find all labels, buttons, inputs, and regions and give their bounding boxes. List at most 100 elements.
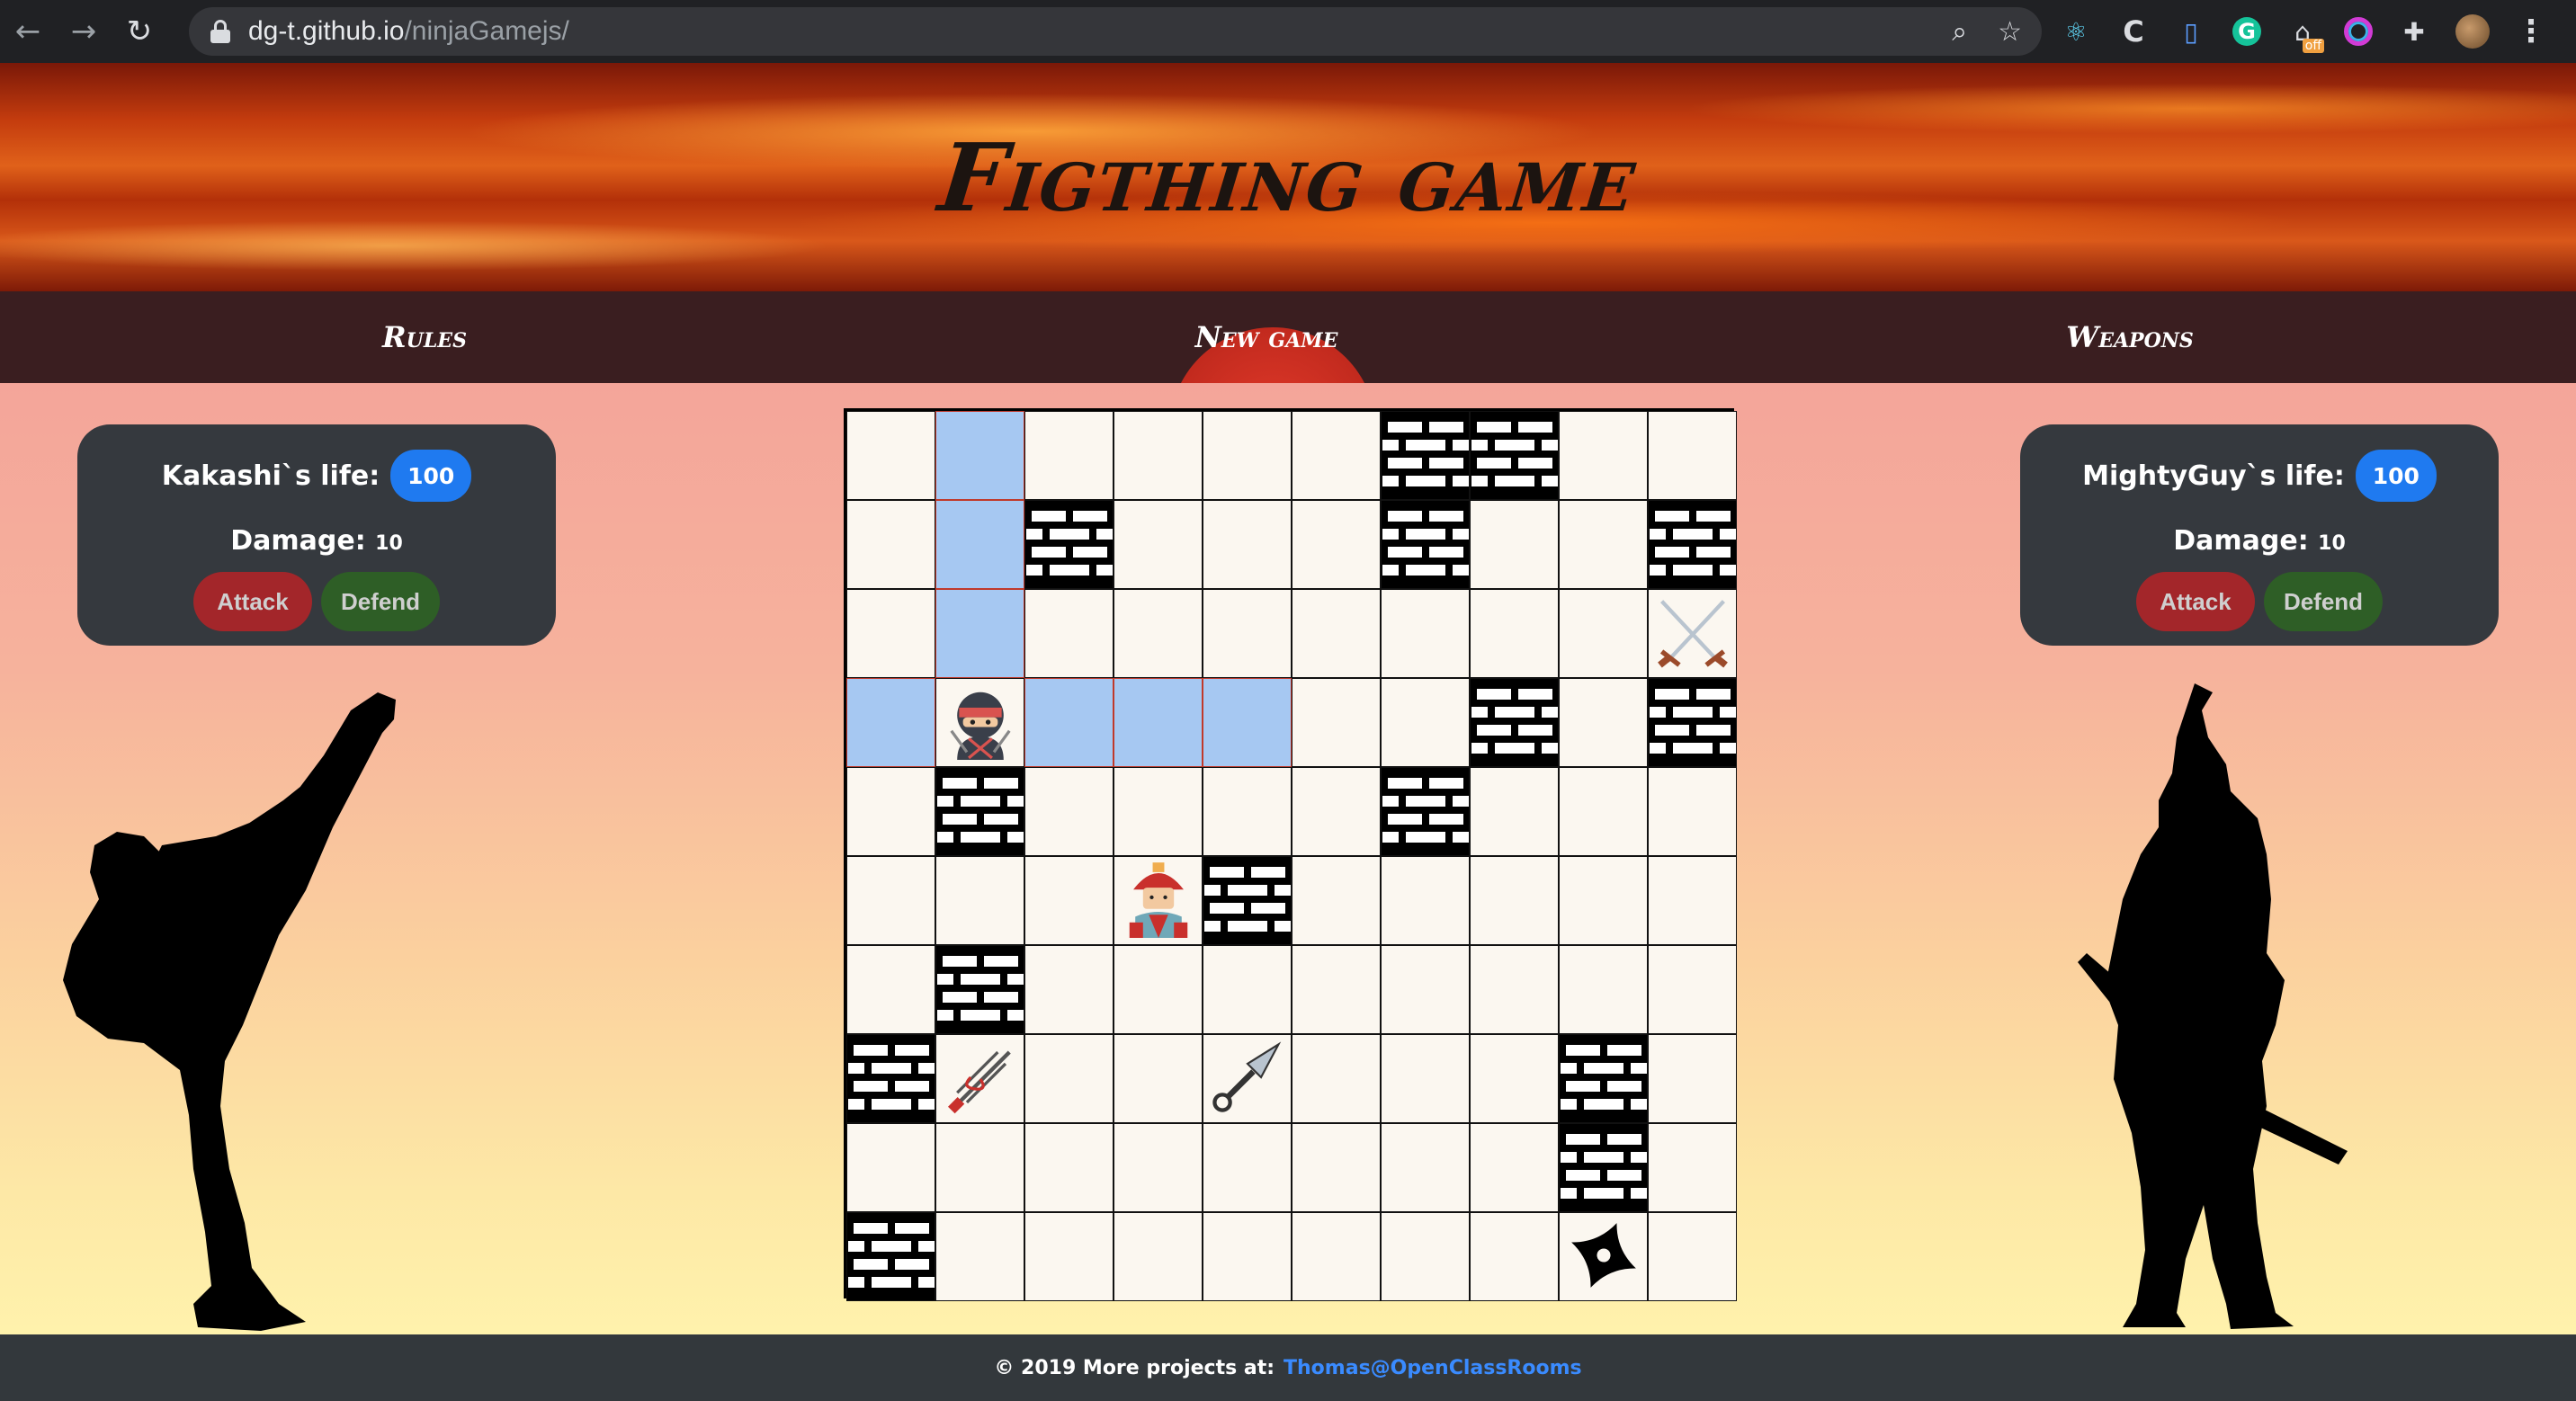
board-cell[interactable]: [1559, 589, 1648, 678]
board-cell[interactable]: [1559, 411, 1648, 500]
nav-new-game[interactable]: New game: [1131, 291, 1401, 383]
wall-cell[interactable]: [1559, 1123, 1648, 1212]
board-cell[interactable]: [846, 767, 935, 856]
wall-cell[interactable]: [1024, 500, 1114, 589]
board-cell[interactable]: [1114, 1123, 1203, 1212]
board-cell[interactable]: [1203, 1034, 1292, 1123]
board-cell[interactable]: [1648, 589, 1737, 678]
react-devtools-icon[interactable]: ⚛: [2060, 15, 2092, 48]
board-cell[interactable]: [1114, 945, 1203, 1034]
board-cell[interactable]: [1292, 1034, 1381, 1123]
board-cell[interactable]: [1559, 767, 1648, 856]
board-cell[interactable]: [846, 856, 935, 945]
bookmark-star-icon[interactable]: ☆: [1998, 16, 2022, 48]
board-cell[interactable]: [1114, 767, 1203, 856]
board-cell[interactable]: [1114, 1212, 1203, 1301]
reload-icon[interactable]: ↻: [112, 0, 167, 63]
move-cell[interactable]: [1203, 678, 1292, 767]
extension-ring-icon[interactable]: [2344, 17, 2373, 46]
wall-cell[interactable]: [935, 945, 1024, 1034]
board-cell[interactable]: [935, 1123, 1024, 1212]
board-cell[interactable]: [1648, 1212, 1737, 1301]
wall-cell[interactable]: [846, 1212, 935, 1301]
board-cell[interactable]: [1292, 500, 1381, 589]
extension-c-icon[interactable]: C: [2117, 14, 2150, 49]
grammarly-icon[interactable]: G: [2232, 17, 2261, 46]
board-cell[interactable]: [1292, 945, 1381, 1034]
address-bar[interactable]: dg-t.github.io/ninjaGamejs/ ⌕ ☆: [189, 7, 2042, 56]
board-cell[interactable]: [1559, 945, 1648, 1034]
board-cell[interactable]: [1024, 856, 1114, 945]
board-cell[interactable]: [1024, 411, 1114, 500]
wall-cell[interactable]: [1648, 500, 1737, 589]
board-cell[interactable]: [1381, 589, 1470, 678]
board-cell[interactable]: [1024, 945, 1114, 1034]
board-cell[interactable]: [1559, 678, 1648, 767]
wall-cell[interactable]: [1203, 856, 1292, 945]
board-cell[interactable]: [1470, 589, 1559, 678]
board-cell[interactable]: [1203, 411, 1292, 500]
board-cell[interactable]: [1292, 767, 1381, 856]
board-cell[interactable]: [935, 678, 1024, 767]
board-cell[interactable]: [1470, 767, 1559, 856]
board-cell[interactable]: [1470, 500, 1559, 589]
board-cell[interactable]: [1024, 589, 1114, 678]
move-cell[interactable]: [1114, 678, 1203, 767]
board-cell[interactable]: [1292, 1212, 1381, 1301]
move-cell[interactable]: [846, 678, 935, 767]
board-cell[interactable]: [1559, 500, 1648, 589]
board-cell[interactable]: [1648, 856, 1737, 945]
zoom-icon[interactable]: ⌕: [1952, 16, 1967, 48]
board-cell[interactable]: [1381, 856, 1470, 945]
kebab-menu-icon[interactable]: ⋮: [2515, 13, 2547, 49]
move-cell[interactable]: [935, 500, 1024, 589]
board-cell[interactable]: [1559, 1212, 1648, 1301]
board-cell[interactable]: [846, 411, 935, 500]
puzzle-extensions-icon[interactable]: ✚: [2398, 15, 2430, 48]
board-cell[interactable]: [1203, 500, 1292, 589]
board-cell[interactable]: [1024, 767, 1114, 856]
nav-weapons[interactable]: Weapons: [1995, 291, 2265, 383]
move-cell[interactable]: [935, 589, 1024, 678]
board-cell[interactable]: [1648, 1123, 1737, 1212]
board-cell[interactable]: [846, 945, 935, 1034]
board-cell[interactable]: [1648, 767, 1737, 856]
board-cell[interactable]: [1024, 1123, 1114, 1212]
board-cell[interactable]: [1292, 856, 1381, 945]
board-cell[interactable]: [1381, 945, 1470, 1034]
board-cell[interactable]: [1381, 1034, 1470, 1123]
board-cell[interactable]: [1114, 1034, 1203, 1123]
wall-cell[interactable]: [1381, 411, 1470, 500]
player1-attack-button[interactable]: Attack: [193, 572, 312, 631]
board-cell[interactable]: [1203, 589, 1292, 678]
footer-link[interactable]: Thomas@OpenClassRooms: [1284, 1357, 1582, 1379]
board-cell[interactable]: [1381, 678, 1470, 767]
nav-rules[interactable]: Rules: [290, 291, 559, 383]
board-cell[interactable]: [1292, 1123, 1381, 1212]
board-cell[interactable]: [1470, 856, 1559, 945]
board-cell[interactable]: [1292, 678, 1381, 767]
board-cell[interactable]: [846, 1123, 935, 1212]
board-cell[interactable]: [1381, 1212, 1470, 1301]
extension-ruler-icon[interactable]: ▯: [2175, 15, 2207, 48]
board-cell[interactable]: [1292, 411, 1381, 500]
board-cell[interactable]: [1114, 589, 1203, 678]
board-cell[interactable]: [1648, 945, 1737, 1034]
board-cell[interactable]: [846, 589, 935, 678]
board-cell[interactable]: [1024, 1034, 1114, 1123]
wall-cell[interactable]: [1559, 1034, 1648, 1123]
player2-defend-button[interactable]: Defend: [2264, 572, 2383, 631]
wall-cell[interactable]: [1470, 678, 1559, 767]
board-cell[interactable]: [1114, 411, 1203, 500]
board-cell[interactable]: [1203, 767, 1292, 856]
board-cell[interactable]: [1648, 411, 1737, 500]
board-cell[interactable]: [1203, 1123, 1292, 1212]
move-cell[interactable]: [1024, 678, 1114, 767]
profile-avatar[interactable]: [2455, 14, 2490, 49]
board-cell[interactable]: [846, 500, 935, 589]
player2-attack-button[interactable]: Attack: [2136, 572, 2255, 631]
board-cell[interactable]: [1648, 1034, 1737, 1123]
board-cell[interactable]: [1024, 1212, 1114, 1301]
board-cell[interactable]: [935, 1034, 1024, 1123]
board-cell[interactable]: [1203, 945, 1292, 1034]
